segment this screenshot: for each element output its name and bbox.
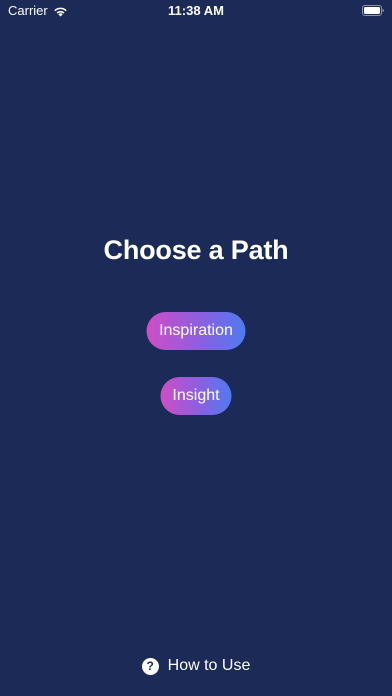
how-to-use-button[interactable]: ? How to Use bbox=[0, 656, 392, 676]
status-bar: Carrier 11:38 AM bbox=[0, 0, 392, 22]
battery-icon bbox=[362, 5, 384, 16]
question-circle-icon: ? bbox=[141, 657, 159, 675]
inspiration-button[interactable]: Inspiration bbox=[146, 312, 246, 350]
page-title: Choose a Path bbox=[103, 235, 289, 265]
status-time: 11:38 AM bbox=[168, 3, 224, 18]
how-to-use-label: How to Use bbox=[167, 657, 251, 674]
insight-button[interactable]: Insight bbox=[160, 377, 232, 415]
